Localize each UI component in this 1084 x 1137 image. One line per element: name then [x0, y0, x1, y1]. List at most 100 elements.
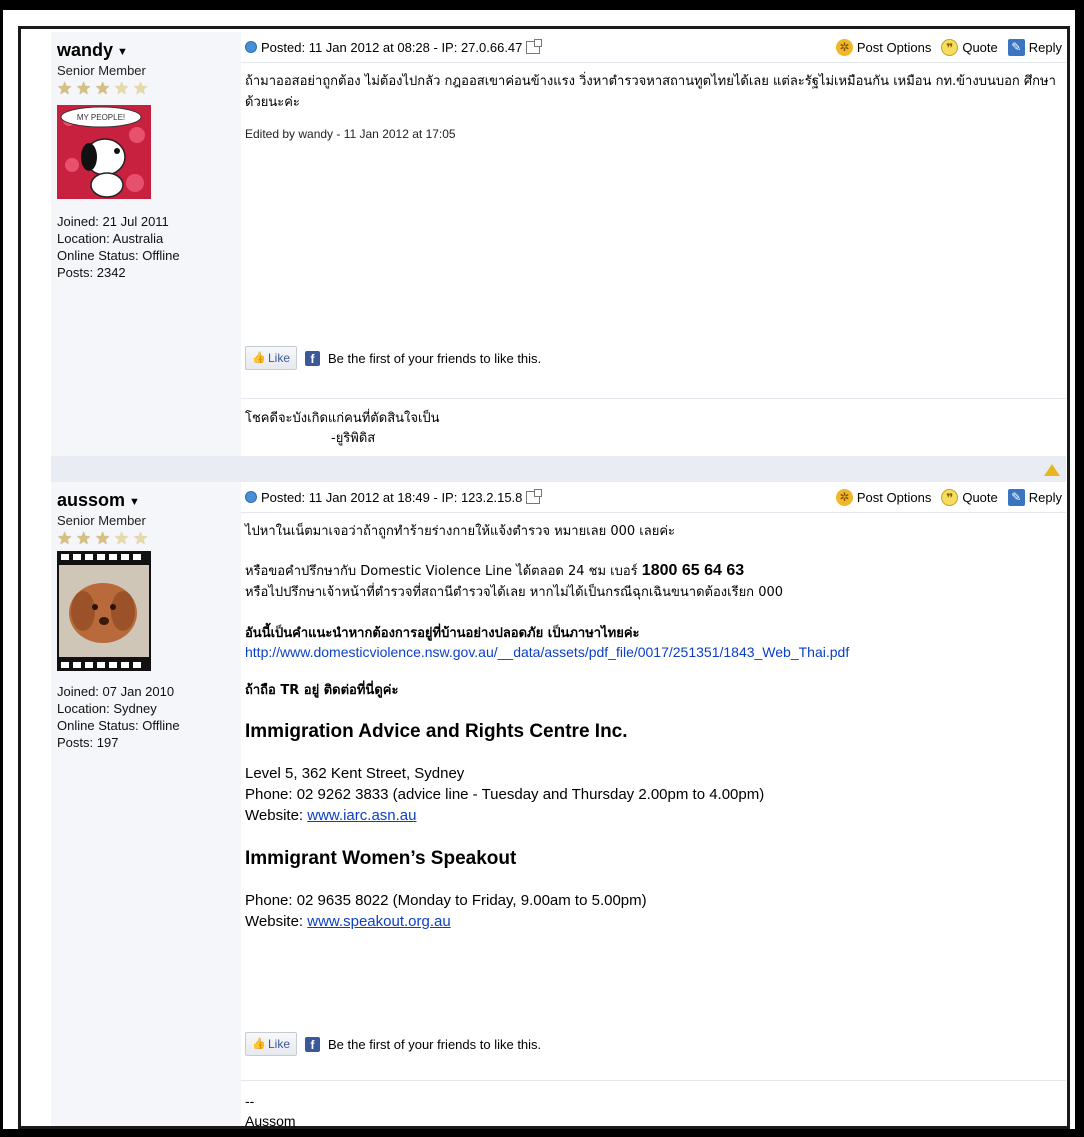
frame-bottom — [0, 1129, 1084, 1137]
author-posts: Posts: 197 — [57, 735, 119, 750]
message-line-text: หรือขอคำปรึกษากับ Domestic Violence Line… — [245, 564, 638, 579]
author-info: Joined: 07 Jan 2010 Location: Sydney Onl… — [57, 683, 241, 751]
org-phone: Phone: 02 9635 8022 (Monday to Friday, 9… — [245, 892, 647, 909]
post-body: Posted: 11 Jan 2012 at 08:28 - IP: 27.0.… — [241, 32, 1066, 456]
author-rank: Senior Member — [57, 513, 146, 528]
avatar — [57, 551, 151, 671]
ip-lookup-icon[interactable] — [526, 488, 543, 504]
like-text: Be the first of your friends to like thi… — [328, 350, 542, 366]
like-label: Like — [268, 1037, 291, 1051]
like-label: Like — [268, 351, 291, 365]
back-to-top-icon[interactable] — [1044, 464, 1060, 476]
org-website: Website: www.iarc.asn.au — [245, 805, 1062, 826]
reply-icon[interactable]: ✎ — [1007, 38, 1025, 56]
star-icon: ★ — [95, 79, 111, 98]
like-button[interactable]: 👍 Like — [245, 1032, 298, 1056]
star-empty-icon: ★ — [133, 79, 149, 98]
avatar: MY PEOPLE! — [57, 105, 151, 199]
author-joined: Joined: 07 Jan 2010 — [57, 684, 175, 699]
org-website: Website: www.speakout.org.au — [245, 911, 1062, 932]
author-rank: Senior Member — [57, 63, 146, 78]
author-name-text[interactable]: wandy — [57, 40, 113, 61]
website-link[interactable]: www.speakout.org.au — [307, 913, 450, 930]
thumbs-up-icon: 👍 — [252, 1038, 266, 1050]
star-icon: ★ — [76, 529, 92, 548]
edited-note: Edited by wandy - 11 Jan 2012 at 17:05 — [245, 127, 456, 141]
post-bullet-icon — [245, 41, 257, 53]
frame-right — [1075, 0, 1084, 1137]
reply-button[interactable]: Reply — [1029, 490, 1062, 505]
like-button[interactable]: 👍 Like — [245, 346, 298, 370]
signature: โชคดีจะบังเกิดแก่คนที่ตัดสินใจเป็น -ยูริ… — [241, 398, 1066, 449]
signature-line: โชคดีจะบังเกิดแก่คนที่ตัดสินใจเป็น — [245, 411, 440, 426]
like-bar: 👍 Like f Be the first of your friends to… — [241, 346, 541, 370]
post-header: Posted: 11 Jan 2012 at 08:28 - IP: 27.0.… — [241, 32, 1066, 63]
author-panel: aussom ▼ Senior Member ★ ★ ★ ★ ★ Joined:… — [51, 482, 241, 1126]
frame-top — [0, 0, 1084, 10]
thumbs-up-icon: 👍 — [252, 352, 266, 364]
post-header: Posted: 11 Jan 2012 at 18:49 - IP: 123.2… — [241, 482, 1066, 513]
signature-line: -- — [245, 1093, 255, 1109]
post-separator — [51, 456, 1066, 482]
website-label: Website: — [245, 807, 304, 824]
star-icon: ★ — [95, 529, 111, 548]
star-empty-icon: ★ — [114, 529, 130, 548]
author-status: Online Status: Offline — [57, 248, 180, 263]
post-date: Posted: 11 Jan 2012 at 18:49 - IP: 123.2… — [261, 489, 523, 505]
star-empty-icon: ★ — [114, 79, 130, 98]
author-location: Location: Australia — [57, 231, 164, 246]
author-info: Joined: 21 Jul 2011 Location: Australia … — [57, 213, 241, 281]
post-message: ไปหาในเน็ตมาเจอว่าถ้าถูกทำร้ายร่างกายให้… — [241, 513, 1066, 932]
author-name[interactable]: aussom ▼ — [57, 490, 241, 511]
author-name[interactable]: wandy ▼ — [57, 40, 241, 61]
website-label: Website: — [245, 913, 304, 930]
hotline-number: 1800 65 64 63 — [641, 562, 745, 579]
rank-stars: ★ ★ ★ ★ ★ — [57, 529, 241, 548]
avatar-caption: MY PEOPLE! — [77, 113, 125, 122]
post-actions: ✲ Post Options ❞ Quote ✎ Reply — [835, 38, 1066, 56]
signature-line: -ยูริพิดิส — [331, 431, 376, 446]
message-line: หรือไปปรึกษาเจ้าหน้าที่ตำรวจที่สถานีตำรว… — [245, 585, 784, 600]
post-bullet-icon — [245, 491, 257, 503]
post-actions: ✲ Post Options ❞ Quote ✎ Reply — [835, 488, 1066, 506]
facebook-icon: f — [305, 1036, 321, 1052]
org-name: Immigrant Women’s Speakout — [245, 848, 517, 869]
post-message: ถ้ามาออสอย่าถูกต้อง ไม่ต้องไปกลัว กฎออสเ… — [241, 63, 1066, 141]
pdf-link[interactable]: http://www.domesticviolence.nsw.gov.au/_… — [245, 644, 849, 660]
author-panel: wandy ▼ Senior Member ★ ★ ★ ★ ★ MY PEOPL… — [51, 32, 241, 456]
message-heading: ถ้าถือ TR อยู่ ติดต่อที่นี่ดูค่ะ — [245, 683, 399, 698]
like-bar: 👍 Like f Be the first of your friends to… — [241, 1032, 541, 1056]
star-icon: ★ — [57, 79, 73, 98]
quote-icon[interactable]: ❞ — [941, 488, 959, 506]
gear-icon[interactable]: ✲ — [835, 488, 853, 506]
gear-icon[interactable]: ✲ — [835, 38, 853, 56]
chevron-down-icon[interactable]: ▼ — [129, 496, 140, 508]
author-name-text[interactable]: aussom — [57, 490, 125, 511]
message-line: ไปหาในเน็ตมาเจอว่าถ้าถูกทำร้ายร่างกายให้… — [245, 524, 676, 539]
rank-stars: ★ ★ ★ ★ ★ — [57, 79, 241, 98]
author-status: Online Status: Offline — [57, 718, 180, 733]
quote-icon[interactable]: ❞ — [941, 38, 959, 56]
post-body: Posted: 11 Jan 2012 at 18:49 - IP: 123.2… — [241, 482, 1066, 1126]
ip-lookup-icon[interactable] — [526, 38, 543, 54]
star-empty-icon: ★ — [133, 529, 149, 548]
star-icon: ★ — [57, 529, 73, 548]
post: wandy ▼ Senior Member ★ ★ ★ ★ ★ MY PEOPL… — [51, 32, 1066, 456]
message-text: ถ้ามาออสอย่าถูกต้อง ไม่ต้องไปกลัว กฎออสเ… — [245, 74, 1056, 110]
quote-button[interactable]: Quote — [962, 490, 997, 505]
org-address: Level 5, 362 Kent Street, Sydney — [245, 765, 465, 782]
post-options-button[interactable]: Post Options — [857, 490, 931, 505]
post-options-button[interactable]: Post Options — [857, 40, 931, 55]
author-location: Location: Sydney — [57, 701, 157, 716]
posts-container: wandy ▼ Senior Member ★ ★ ★ ★ ★ MY PEOPL… — [51, 32, 1066, 1126]
star-icon: ★ — [76, 79, 92, 98]
chevron-down-icon[interactable]: ▼ — [117, 46, 128, 58]
reply-button[interactable]: Reply — [1029, 40, 1062, 55]
quote-button[interactable]: Quote — [962, 40, 997, 55]
message-line: หรือขอคำปรึกษากับ Domestic Violence Line… — [245, 560, 1062, 582]
website-link[interactable]: www.iarc.asn.au — [307, 807, 416, 824]
reply-icon[interactable]: ✎ — [1007, 488, 1025, 506]
post-date: Posted: 11 Jan 2012 at 08:28 - IP: 27.0.… — [261, 39, 523, 55]
message-heading: อันนี้เป็นคำแนะนำหากต้องการอยู่ที่บ้านอย… — [245, 626, 640, 641]
signature: -- Aussom — [241, 1080, 1066, 1126]
